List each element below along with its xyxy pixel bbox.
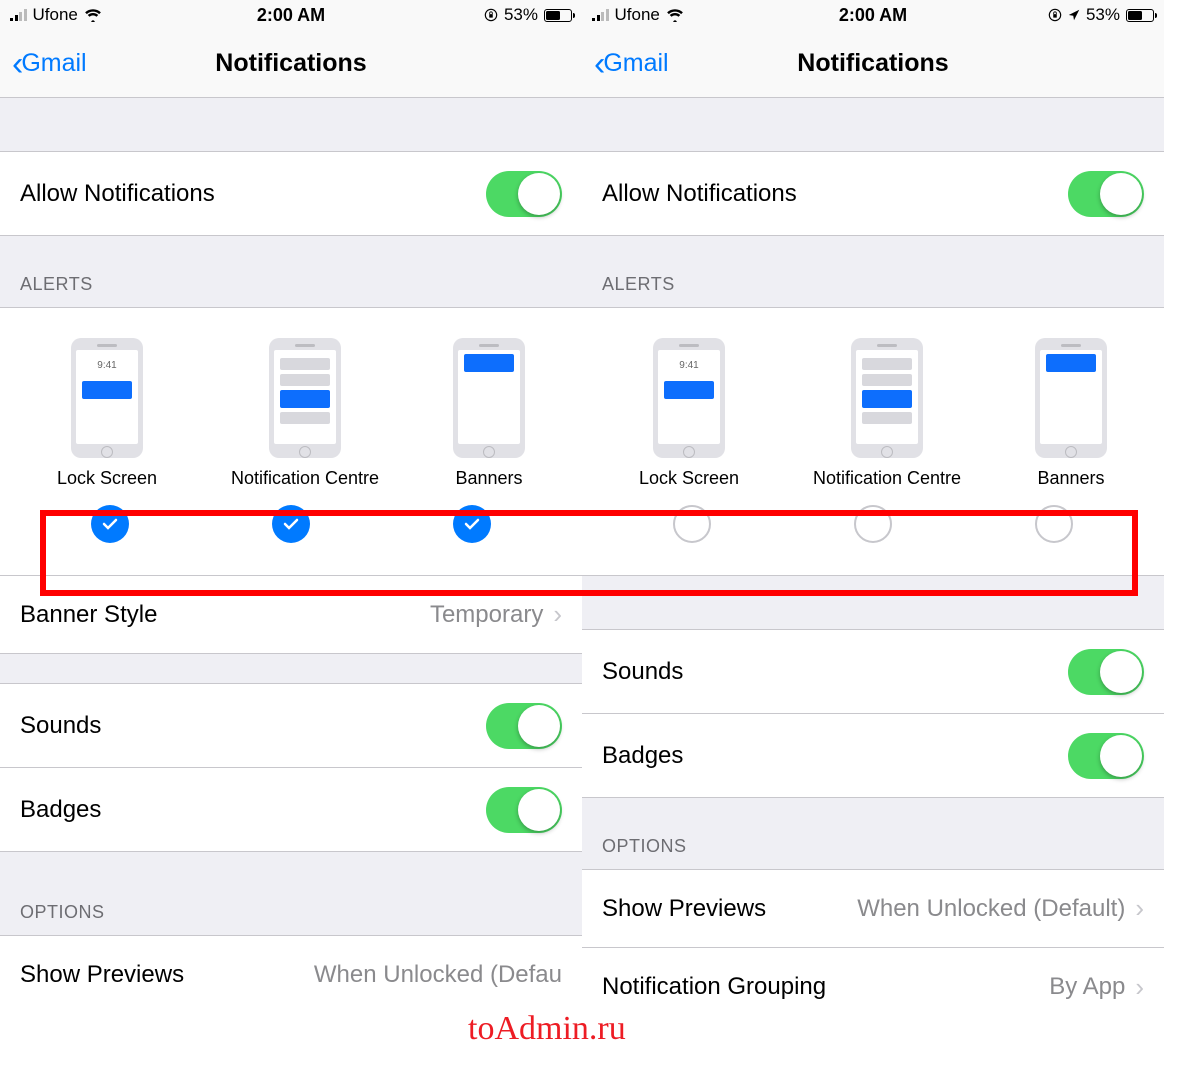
signal-icon: [10, 9, 27, 21]
sounds-label: Sounds: [602, 658, 683, 686]
notifcentre-check[interactable]: [272, 505, 310, 543]
right-screenshot: Ufone 2:00 AM 53% ‹ Gmail Notifications …: [582, 0, 1164, 1026]
allow-toggle[interactable]: [1068, 171, 1144, 217]
battery-icon: [544, 9, 572, 22]
allow-notifications-row[interactable]: Allow Notifications: [582, 152, 1164, 236]
signal-icon: [592, 9, 609, 21]
alerts-header: ALERTS: [582, 236, 1164, 308]
alerts-block: 9:41 Lock Screen Notification Centre: [0, 308, 582, 576]
show-previews-label: Show Previews: [602, 895, 766, 923]
notifcentre-preview-icon: [269, 338, 341, 458]
alert-label: Notification Centre: [231, 468, 379, 489]
allow-label: Allow Notifications: [20, 180, 215, 208]
alert-banners[interactable]: Banners: [1035, 338, 1107, 489]
alert-label: Banners: [455, 468, 522, 489]
alert-label: Lock Screen: [639, 468, 739, 489]
back-button[interactable]: ‹ Gmail: [594, 47, 669, 81]
wifi-icon: [84, 8, 102, 22]
status-bar: Ufone 2:00 AM 53%: [582, 0, 1164, 30]
lockscreen-check[interactable]: [673, 505, 711, 543]
badges-toggle[interactable]: [1068, 733, 1144, 779]
sounds-toggle[interactable]: [486, 703, 562, 749]
chevron-right-icon: ›: [1135, 893, 1144, 924]
nav-title: Notifications: [215, 49, 366, 78]
status-time: 2:00 AM: [257, 5, 325, 26]
carrier-label: Ufone: [615, 5, 660, 25]
battery-pct: 53%: [1086, 5, 1120, 25]
notification-grouping-row[interactable]: Notification Grouping By App ›: [582, 948, 1164, 1026]
sounds-label: Sounds: [20, 712, 101, 740]
banners-preview-icon: [453, 338, 525, 458]
alert-label: Notification Centre: [813, 468, 961, 489]
alerts-header: ALERTS: [0, 236, 582, 308]
show-previews-row[interactable]: Show Previews When Unlocked (Default) ›: [582, 870, 1164, 948]
alert-lockscreen[interactable]: 9:41 Lock Screen: [57, 338, 157, 489]
location-icon: [1068, 9, 1080, 21]
notification-grouping-value: By App: [1049, 973, 1125, 1001]
lock-rotation-icon: [1048, 8, 1062, 22]
wifi-icon: [666, 8, 684, 22]
show-previews-value: When Unlocked (Defau: [314, 961, 562, 989]
lockscreen-check[interactable]: [91, 505, 129, 543]
banners-preview-icon: [1035, 338, 1107, 458]
notifcentre-check[interactable]: [854, 505, 892, 543]
left-screenshot: Ufone 2:00 AM 53% ‹ Gmail Notifications …: [0, 0, 582, 1026]
banner-style-value: Temporary: [430, 601, 543, 629]
nav-bar: ‹ Gmail Notifications: [582, 30, 1164, 98]
show-previews-value: When Unlocked (Default): [857, 895, 1125, 923]
options-header: OPTIONS: [0, 852, 582, 936]
alert-lockscreen[interactable]: 9:41 Lock Screen: [639, 338, 739, 489]
show-previews-label: Show Previews: [20, 961, 184, 989]
lockscreen-preview-icon: 9:41: [653, 338, 725, 458]
back-button[interactable]: ‹ Gmail: [12, 47, 87, 81]
badges-row[interactable]: Badges: [0, 768, 582, 852]
battery-icon: [1126, 9, 1154, 22]
alerts-block: 9:41 Lock Screen Notification Centre: [582, 308, 1164, 576]
back-label: Gmail: [603, 49, 668, 78]
badges-label: Badges: [20, 796, 101, 824]
checks-row: [582, 489, 1164, 555]
sounds-row[interactable]: Sounds: [582, 630, 1164, 714]
alert-notifcentre[interactable]: Notification Centre: [231, 338, 379, 489]
sounds-row[interactable]: Sounds: [0, 684, 582, 768]
banners-check[interactable]: [453, 505, 491, 543]
options-header: OPTIONS: [582, 798, 1164, 870]
badges-label: Badges: [602, 742, 683, 770]
allow-notifications-row[interactable]: Allow Notifications: [0, 152, 582, 236]
lockscreen-preview-icon: 9:41: [71, 338, 143, 458]
watermark: toAdmin.ru: [468, 1010, 626, 1048]
nav-title: Notifications: [797, 49, 948, 78]
banner-style-row[interactable]: Banner Style Temporary ›: [0, 576, 582, 654]
allow-toggle[interactable]: [486, 171, 562, 217]
nav-bar: ‹ Gmail Notifications: [0, 30, 582, 98]
battery-pct: 53%: [504, 5, 538, 25]
notifcentre-preview-icon: [851, 338, 923, 458]
status-time: 2:00 AM: [839, 5, 907, 26]
carrier-label: Ufone: [33, 5, 78, 25]
banner-style-label: Banner Style: [20, 601, 157, 629]
badges-toggle[interactable]: [486, 787, 562, 833]
lock-rotation-icon: [484, 8, 498, 22]
alert-banners[interactable]: Banners: [453, 338, 525, 489]
chevron-right-icon: ›: [1135, 972, 1144, 1003]
badges-row[interactable]: Badges: [582, 714, 1164, 798]
show-previews-row[interactable]: Show Previews When Unlocked (Defau: [0, 936, 582, 1014]
back-label: Gmail: [21, 49, 86, 78]
alert-label: Banners: [1037, 468, 1104, 489]
checks-row: [0, 489, 582, 555]
status-bar: Ufone 2:00 AM 53%: [0, 0, 582, 30]
chevron-right-icon: ›: [553, 599, 562, 630]
banners-check[interactable]: [1035, 505, 1073, 543]
sounds-toggle[interactable]: [1068, 649, 1144, 695]
alert-label: Lock Screen: [57, 468, 157, 489]
notification-grouping-label: Notification Grouping: [602, 973, 826, 1001]
allow-label: Allow Notifications: [602, 180, 797, 208]
alert-notifcentre[interactable]: Notification Centre: [813, 338, 961, 489]
